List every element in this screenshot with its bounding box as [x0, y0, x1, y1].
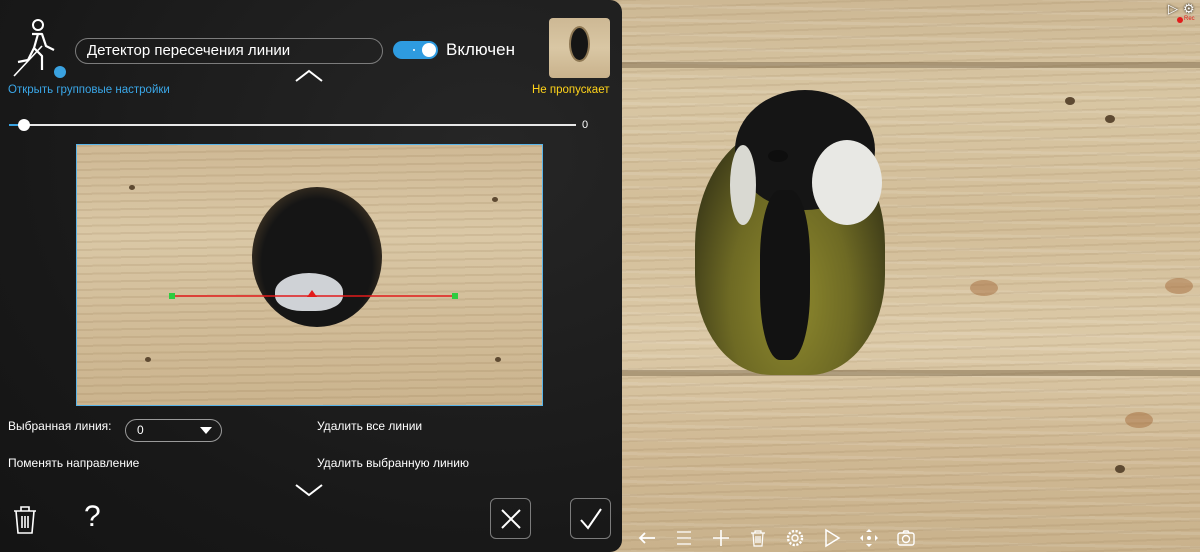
toggle-label: Включен: [446, 40, 515, 59]
line-start-handle[interactable]: [169, 293, 175, 299]
menu-icon[interactable]: [665, 524, 702, 552]
toggle-mark: [413, 49, 415, 51]
chevron-down-icon[interactable]: [294, 482, 324, 498]
bird-cheek: [730, 145, 756, 225]
dropdown-arrow-icon: [200, 427, 212, 434]
snapshot-thumbnail[interactable]: [549, 18, 610, 78]
status-dot: [54, 66, 66, 78]
wood-knot: [1105, 115, 1115, 123]
checkmark-icon: [579, 507, 602, 530]
rec-indicator-icon: [1177, 17, 1183, 23]
camera-icon[interactable]: [887, 524, 924, 552]
change-direction-button[interactable]: Поменять направление: [8, 456, 139, 470]
chevron-up-icon[interactable]: [294, 68, 324, 84]
help-button[interactable]: ?: [84, 500, 101, 534]
camera-view: [600, 0, 1200, 552]
close-icon: [500, 508, 521, 529]
selected-line-label: Выбранная линия:: [8, 419, 112, 433]
line-crossing-detector-icon: [12, 18, 66, 78]
move-icon[interactable]: [850, 524, 887, 552]
group-settings-link[interactable]: Открыть групповые настройки: [8, 84, 170, 96]
rec-label: Rec: [1184, 16, 1195, 22]
delete-selected-line-button[interactable]: Удалить выбранную линию: [317, 456, 469, 470]
toggle-knob: [422, 43, 436, 57]
selected-line-value: 0: [137, 423, 144, 437]
bird-beak: [768, 150, 788, 162]
crossing-line[interactable]: [77, 145, 543, 406]
arrow-left-icon[interactable]: [628, 524, 665, 552]
delete-all-lines-button[interactable]: Удалить все линии: [317, 419, 422, 433]
cancel-button[interactable]: [490, 498, 531, 539]
wood-knot: [1065, 97, 1075, 105]
confirm-button[interactable]: [570, 498, 611, 539]
play-icon[interactable]: [813, 524, 850, 552]
wood-stain: [1165, 278, 1193, 294]
line-editor-preview[interactable]: [76, 144, 543, 406]
enabled-toggle[interactable]: [393, 41, 438, 59]
bird-cheek: [812, 140, 882, 225]
detector-settings-panel: Детектор пересечения линии Включен Откры…: [0, 0, 622, 552]
wood-knot: [1115, 465, 1125, 473]
wood-stain: [970, 280, 998, 296]
plus-icon[interactable]: [702, 524, 739, 552]
trash-icon[interactable]: [739, 524, 776, 552]
board-seam: [600, 62, 1200, 68]
line-end-handle[interactable]: [452, 293, 458, 299]
direction-arrow-icon[interactable]: [307, 290, 317, 297]
sensitivity-slider-thumb[interactable]: [18, 119, 30, 131]
gear-icon[interactable]: [776, 524, 813, 552]
board-seam: [600, 370, 1200, 376]
thumbnail-hole: [571, 28, 588, 60]
slider-value: 0: [582, 119, 589, 131]
thumbnail-caption: Не пропускает: [532, 84, 610, 96]
selected-line-dropdown[interactable]: 0: [125, 419, 222, 442]
bird-stripe: [760, 190, 810, 360]
sensitivity-slider-track[interactable]: [9, 124, 576, 126]
wood-stain: [1125, 412, 1153, 428]
delete-detector-trash-icon[interactable]: [12, 505, 38, 535]
play-small-icon[interactable]: ▷: [1168, 1, 1178, 17]
detector-name-input[interactable]: Детектор пересечения линии: [75, 38, 383, 64]
camera-toolbar: [628, 524, 928, 552]
gear-small-icon[interactable]: ⚙: [1183, 1, 1195, 17]
